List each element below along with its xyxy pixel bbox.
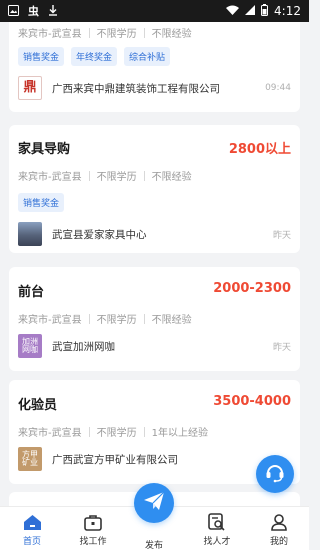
tab-label: 找工作: [79, 537, 107, 547]
benefit-tags: 销售奖金: [18, 193, 65, 212]
job-location: 来宾市-武宣县: [18, 29, 82, 40]
job-meta: 来宾市-武宣县 不限学历 不限经验: [18, 25, 192, 40]
job-title: 家具导购: [18, 142, 71, 157]
job-experience: 不限经验: [151, 29, 192, 40]
job-salary: 3500-4000: [213, 394, 291, 409]
job-list[interactable]: 来宾市-武宣县 不限学历 不限经验 销售奖金 年终奖金 综合补贴 鼎 广西来宾中…: [0, 22, 309, 506]
job-experience: 1年以上经验: [151, 428, 208, 439]
job-experience: 不限经验: [151, 172, 192, 183]
customer-service-button[interactable]: [256, 455, 294, 493]
job-experience: 不限经验: [151, 315, 192, 326]
user-icon: [269, 512, 289, 532]
job-card[interactable]: 来宾市-武宣县 不限学历 不限经验 销售奖金 年终奖金 综合补贴 鼎 广西来宾中…: [9, 22, 300, 112]
job-education: 不限学历: [96, 29, 137, 40]
job-education: 不限学历: [96, 315, 137, 326]
job-salary: 2800以上: [228, 142, 291, 157]
publish-button[interactable]: [134, 483, 174, 523]
job-meta: 来宾市-武宣县 不限学历 1年以上经验: [18, 424, 208, 439]
battery-icon: [261, 4, 269, 18]
job-card[interactable]: 家具导购 2800以上 来宾市-武宣县 不限学历 不限经验 销售奖金 武宣县爱家…: [9, 125, 300, 253]
job-title: 化验员: [18, 398, 58, 413]
job-location: 来宾市-武宣县: [18, 172, 82, 183]
tab-find-talent[interactable]: 找人才: [192, 507, 242, 550]
paper-plane-icon: [143, 491, 165, 515]
company-logo: 鼎: [18, 76, 42, 100]
job-meta: 来宾市-武宣县 不限学历 不限经验: [18, 311, 192, 326]
company-row[interactable]: 方甲矿业 广西武宣方甲矿业有限公司: [18, 447, 291, 471]
benefit-tag: 销售奖金: [18, 47, 65, 66]
job-location: 来宾市-武宣县: [18, 315, 82, 326]
benefit-tag: 年终奖金: [71, 47, 118, 66]
post-time: 昨天: [272, 342, 291, 353]
company-row[interactable]: 加洲网咖 武宣加洲网咖 昨天: [18, 334, 291, 358]
job-location: 来宾市-武宣县: [18, 428, 82, 439]
company-logo: 加洲网咖: [18, 334, 42, 358]
status-time: 4:12: [274, 4, 301, 18]
company-name: 广西来宾中鼎建筑装饰工程有限公司: [52, 82, 220, 95]
benefit-tag: 销售奖金: [18, 193, 65, 212]
wifi-icon: [226, 5, 240, 17]
tab-label: 首页: [22, 537, 41, 547]
benefit-tags: 销售奖金 年终奖金 综合补贴: [18, 47, 171, 66]
app-notification-icon: 虫: [28, 4, 39, 18]
company-row[interactable]: 武宣县爱家家具中心 昨天: [18, 222, 291, 246]
company-name: 武宣县爱家家具中心: [52, 228, 147, 241]
tab-label: 找人才: [203, 537, 231, 547]
benefit-tag: 综合补贴: [124, 47, 171, 66]
job-meta: 来宾市-武宣县 不限学历 不限经验: [18, 168, 192, 183]
briefcase-icon: [83, 512, 103, 532]
resume-search-icon: [207, 512, 227, 532]
image-icon: [8, 4, 19, 18]
headset-icon: [264, 461, 286, 487]
company-logo: [18, 222, 42, 246]
post-time: 09:44: [265, 83, 291, 93]
tab-label: 我的: [269, 537, 288, 547]
company-name: 广西武宣方甲矿业有限公司: [52, 453, 178, 466]
job-education: 不限学历: [96, 428, 137, 439]
company-row[interactable]: 鼎 广西来宾中鼎建筑装饰工程有限公司 09:44: [18, 76, 291, 100]
download-icon: [48, 4, 58, 18]
status-bar: 虫 4:12: [0, 0, 309, 22]
home-icon: [22, 512, 42, 532]
job-education: 不限学历: [96, 172, 137, 183]
job-title: 前台: [18, 285, 45, 300]
tab-label: 发布: [144, 541, 163, 550]
post-time: 昨天: [272, 230, 291, 241]
signal-icon: [245, 5, 256, 17]
tab-mine[interactable]: 我的: [254, 507, 304, 550]
job-card[interactable]: 前台 2000-2300 来宾市-武宣县 不限学历 不限经验 加洲网咖 武宣加洲…: [9, 267, 300, 371]
company-name: 武宣加洲网咖: [52, 340, 115, 353]
company-logo: 方甲矿业: [18, 447, 42, 471]
job-salary: 2000-2300: [213, 281, 291, 296]
tab-home[interactable]: 首页: [7, 507, 57, 550]
tab-find-job[interactable]: 找工作: [68, 507, 118, 550]
